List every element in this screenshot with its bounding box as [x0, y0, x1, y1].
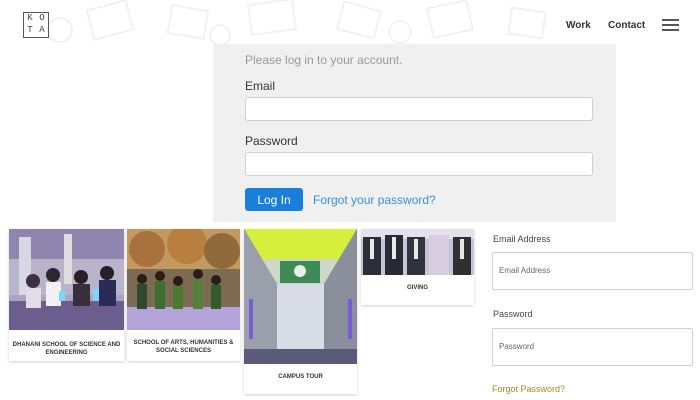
card-science-engineering[interactable]: DHANANI SCHOOL OF SCIENCE AND ENGINEERIN… — [9, 229, 124, 361]
science-lab-photo — [9, 229, 124, 330]
logo-letter: T — [27, 25, 33, 35]
logo-letter: K — [27, 13, 33, 23]
password-label: Password — [245, 134, 298, 148]
students-outdoor-photo — [127, 229, 240, 330]
kota-logo[interactable]: K O T A — [23, 12, 49, 38]
card-caption: CAMPUS TOUR — [278, 374, 323, 380]
login-button[interactable]: Log In — [245, 188, 303, 211]
campus-building-photo — [244, 229, 357, 364]
card-caption: SOCIAL SCIENCES — [156, 348, 211, 354]
side-password-label: Password — [493, 309, 533, 319]
password-input[interactable] — [245, 152, 593, 176]
nav-work-link[interactable]: Work — [566, 20, 591, 31]
card-giving[interactable]: GIVING — [361, 229, 474, 305]
login-panel: Please log in to your account. Email Pas… — [213, 44, 616, 222]
side-password-input[interactable]: Password — [492, 328, 693, 366]
side-email-label: Email Address — [493, 234, 551, 244]
side-email-input[interactable]: Email Address — [492, 252, 693, 290]
people-group-photo — [361, 229, 474, 275]
card-arts-humanities[interactable]: SCHOOL OF ARTS, HUMANITIES & SOCIAL SCIE… — [127, 229, 240, 361]
forgot-password-link[interactable]: Forgot your password? — [313, 193, 436, 207]
login-subtitle: Please log in to your account. — [245, 53, 403, 67]
card-caption: DHANANI SCHOOL OF SCIENCE AND — [12, 342, 121, 348]
nav-contact-link[interactable]: Contact — [608, 20, 645, 31]
side-forgot-password-link[interactable]: Forgot Password? — [492, 384, 565, 394]
email-label: Email — [245, 79, 276, 93]
card-caption: ENGINEERING — [45, 350, 88, 356]
header-watermark — [47, 0, 547, 45]
card-caption: GIVING — [406, 285, 428, 291]
email-input[interactable] — [245, 97, 593, 121]
hamburger-menu-icon[interactable] — [662, 19, 679, 33]
logo-letter: O — [39, 13, 45, 23]
card-campus-tour[interactable]: CAMPUS TOUR — [244, 229, 357, 394]
card-caption: SCHOOL OF ARTS, HUMANITIES & — [133, 340, 234, 346]
logo-letter: A — [39, 25, 45, 35]
